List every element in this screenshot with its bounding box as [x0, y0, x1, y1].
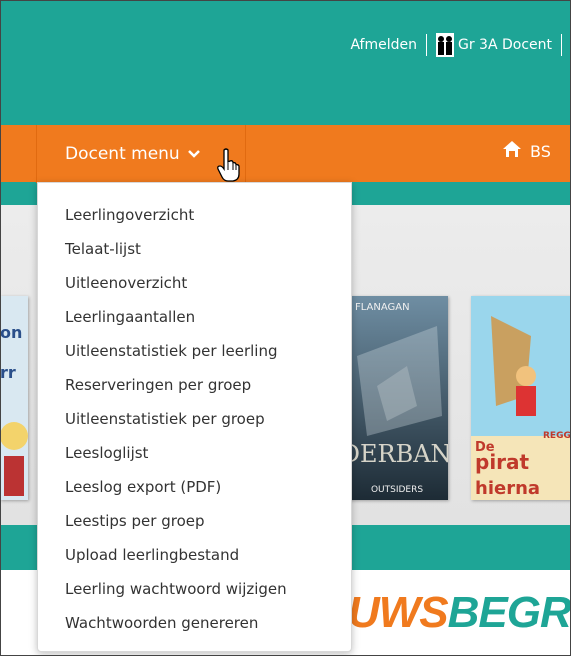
book-cover[interactable]: on rr	[0, 296, 28, 500]
hand-cursor-icon	[216, 148, 242, 186]
svg-text:EDERBAND: EDERBAND	[347, 440, 448, 468]
nieuwsbegrip-logo: UWSBEGR!	[348, 588, 571, 637]
menu-item[interactable]: Leestips per groep	[38, 504, 351, 538]
menu-item[interactable]: Leerlingoverzicht	[38, 198, 351, 232]
menu-item[interactable]: Uitleenstatistiek per groep	[38, 402, 351, 436]
logout-link[interactable]: Afmelden	[350, 37, 417, 53]
menu-item[interactable]: Telaat-lijst	[38, 232, 351, 266]
divider	[425, 34, 427, 56]
svg-text:REGGI: REGGI	[543, 431, 571, 441]
home-icon	[502, 140, 522, 162]
divider	[561, 34, 562, 56]
svg-text:rr: rr	[0, 363, 16, 382]
menu-item[interactable]: Uitleenstatistiek per leerling	[38, 334, 351, 368]
menu-item[interactable]: Uitleenoverzicht	[38, 266, 351, 300]
menu-item[interactable]: Wachtwoorden genereren	[38, 606, 351, 640]
svg-text:FLANAGAN: FLANAGAN	[355, 302, 410, 313]
svg-text:hierna: hierna	[475, 478, 540, 499]
menu-item[interactable]: Leerling wachtwoord wijzigen	[38, 572, 351, 606]
menu-item[interactable]: Reserveringen per groep	[38, 368, 351, 402]
menu-item[interactable]: Leesloglijst	[38, 436, 351, 470]
svg-text:on: on	[0, 323, 22, 342]
user-name-link[interactable]: Gr 3A Docent	[458, 37, 552, 53]
menu-item[interactable]: Upload leerlingbestand	[38, 538, 351, 572]
chevron-down-icon	[187, 144, 200, 164]
docent-menu-dropdown: Leerlingoverzicht Telaat-lijst Uitleenover…	[37, 182, 352, 652]
svg-text:OUTSIDERS: OUTSIDERS	[371, 485, 423, 495]
top-bar: Afmelden Gr 3A Docent	[0, 0, 571, 125]
user-avatar-icon	[435, 33, 454, 57]
menu-item[interactable]: Leerlingaantallen	[38, 300, 351, 334]
book-cover[interactable]: REGGI De pirat hierna	[471, 296, 571, 500]
home-label: BS	[530, 141, 551, 161]
top-links: Afmelden Gr 3A Docent	[350, 33, 571, 57]
home-link[interactable]: BS	[502, 140, 551, 162]
svg-text:pirat: pirat	[475, 450, 530, 474]
menu-item[interactable]: Leeslog export (PDF)	[38, 470, 351, 504]
docent-menu-label: Docent menu	[65, 144, 180, 164]
book-cover[interactable]: EDERBAND FLANAGAN OUTSIDERS	[347, 296, 448, 500]
docent-menu-button[interactable]: Docent menu	[36, 125, 246, 183]
